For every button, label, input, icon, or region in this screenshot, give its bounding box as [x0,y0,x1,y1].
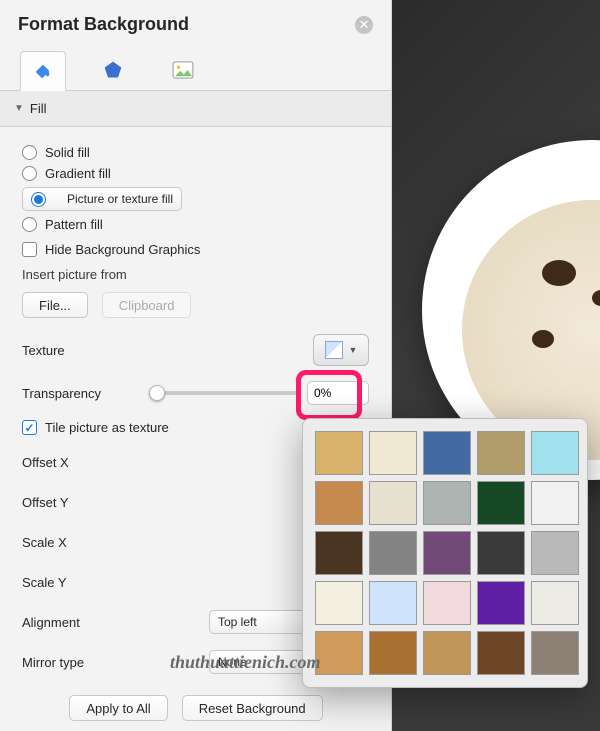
panel-tabbar [0,45,391,91]
transparency-slider[interactable] [149,391,297,395]
texture-swatch-17[interactable] [423,581,471,625]
tab-fill[interactable] [20,51,66,91]
transparency-label: Transparency [22,386,101,401]
texture-swatch-20[interactable] [315,631,363,675]
check-hide-bg-graphics[interactable]: Hide Background Graphics [22,242,369,257]
reset-background-button[interactable]: Reset Background [182,695,323,721]
texture-swatch-4[interactable] [531,431,579,475]
texture-swatch-3[interactable] [477,431,525,475]
offset-x-label: Offset X [22,455,69,470]
mirror-label: Mirror type [22,655,84,670]
texture-popover [302,418,588,688]
close-icon: ✕ [359,18,370,31]
texture-swatch-23[interactable] [477,631,525,675]
chevron-down-icon: ▼ [349,345,358,355]
texture-swatch-9[interactable] [531,481,579,525]
transparency-input[interactable] [307,381,369,405]
texture-swatch-0[interactable] [315,431,363,475]
fill-section-header[interactable]: ▼ Fill [0,91,391,127]
panel-title: Format Background [18,14,189,35]
texture-swatch-21[interactable] [369,631,417,675]
alignment-label: Alignment [22,615,80,630]
radio-picture-fill[interactable]: Picture or texture fill [22,187,182,211]
texture-swatch-13[interactable] [477,531,525,575]
file-button[interactable]: File... [22,292,88,318]
texture-swatch-2[interactable] [423,431,471,475]
tab-effects[interactable] [90,50,136,90]
texture-picker-button[interactable]: ▼ [313,334,369,366]
close-button[interactable]: ✕ [355,16,373,34]
insert-picture-label: Insert picture from [22,267,369,282]
texture-swatch-14[interactable] [531,531,579,575]
texture-swatch-18[interactable] [477,581,525,625]
radio-solid-fill[interactable]: Solid fill [22,145,369,160]
texture-swatch-22[interactable] [423,631,471,675]
texture-swatch-6[interactable] [369,481,417,525]
clipboard-button: Clipboard [102,292,192,318]
texture-swatch-10[interactable] [315,531,363,575]
texture-swatch-11[interactable] [369,531,417,575]
pentagon-icon [103,60,123,80]
texture-swatch-12[interactable] [423,531,471,575]
radio-pattern-fill[interactable]: Pattern fill [22,217,369,232]
tab-picture[interactable] [160,50,206,90]
texture-swatch-16[interactable] [369,581,417,625]
picture-icon [172,61,194,79]
offset-y-label: Offset Y [22,495,69,510]
scale-y-label: Scale Y [22,575,67,590]
texture-swatch-8[interactable] [477,481,525,525]
texture-swatch-5[interactable] [315,481,363,525]
disclosure-triangle-icon: ▼ [14,103,24,114]
texture-label: Texture [22,343,65,358]
fill-section-label: Fill [30,101,47,116]
paint-bucket-icon [32,60,54,82]
radio-gradient-fill[interactable]: Gradient fill [22,166,369,181]
texture-swatch-7[interactable] [423,481,471,525]
texture-swatch-icon [325,341,343,359]
scale-x-label: Scale X [22,535,67,550]
apply-to-all-button[interactable]: Apply to All [69,695,167,721]
texture-swatch-15[interactable] [315,581,363,625]
texture-swatch-24[interactable] [531,631,579,675]
texture-swatch-1[interactable] [369,431,417,475]
texture-swatch-19[interactable] [531,581,579,625]
